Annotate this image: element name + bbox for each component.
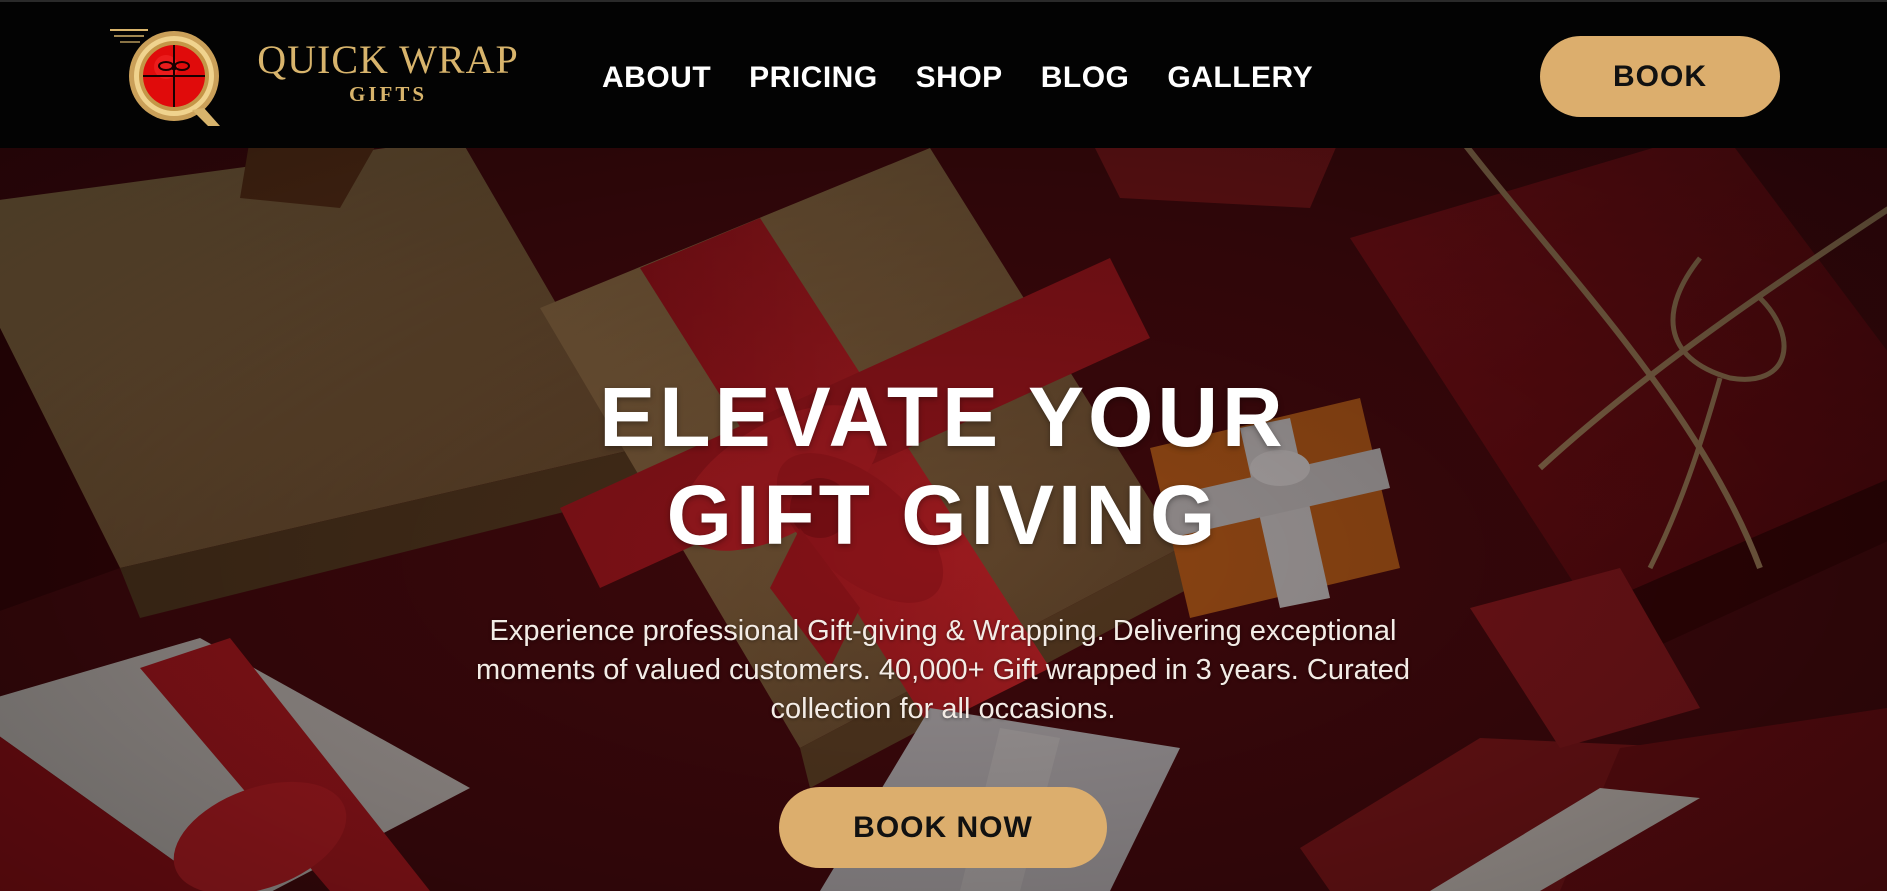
main-nav: ABOUT PRICING SHOP BLOG GALLERY [602, 56, 1313, 100]
brand-name-line2: GIFTS [348, 82, 428, 106]
brand-name-line1: QUICK WRAP [257, 37, 519, 82]
page: QUICK WRAP GIFTS ABOUT PRICING SHOP BLOG… [0, 0, 1887, 891]
hero-section: ELEVATE YOUR GIFT GIVING Experience prof… [0, 148, 1887, 891]
nav-link-blog[interactable]: BLOG [1041, 56, 1130, 100]
nav-link-shop[interactable]: SHOP [916, 56, 1003, 100]
hero-description: Experience professional Gift-giving & Wr… [475, 615, 1411, 725]
nav-link-pricing[interactable]: PRICING [749, 56, 878, 100]
book-now-button[interactable]: BOOK NOW [779, 787, 1107, 868]
nav-link-about[interactable]: ABOUT [602, 56, 711, 100]
book-button[interactable]: BOOK [1540, 36, 1780, 117]
hero-content: ELEVATE YOUR GIFT GIVING Experience prof… [343, 368, 1543, 868]
brand-logo[interactable]: QUICK WRAP GIFTS [108, 24, 528, 128]
top-navbar: QUICK WRAP GIFTS ABOUT PRICING SHOP BLOG… [0, 0, 1887, 148]
brand-name: QUICK WRAP GIFTS [238, 37, 538, 107]
nav-link-gallery[interactable]: GALLERY [1167, 56, 1313, 100]
gift-q-logo-icon [110, 29, 220, 126]
hero-title: ELEVATE YOUR GIFT GIVING [599, 370, 1287, 562]
